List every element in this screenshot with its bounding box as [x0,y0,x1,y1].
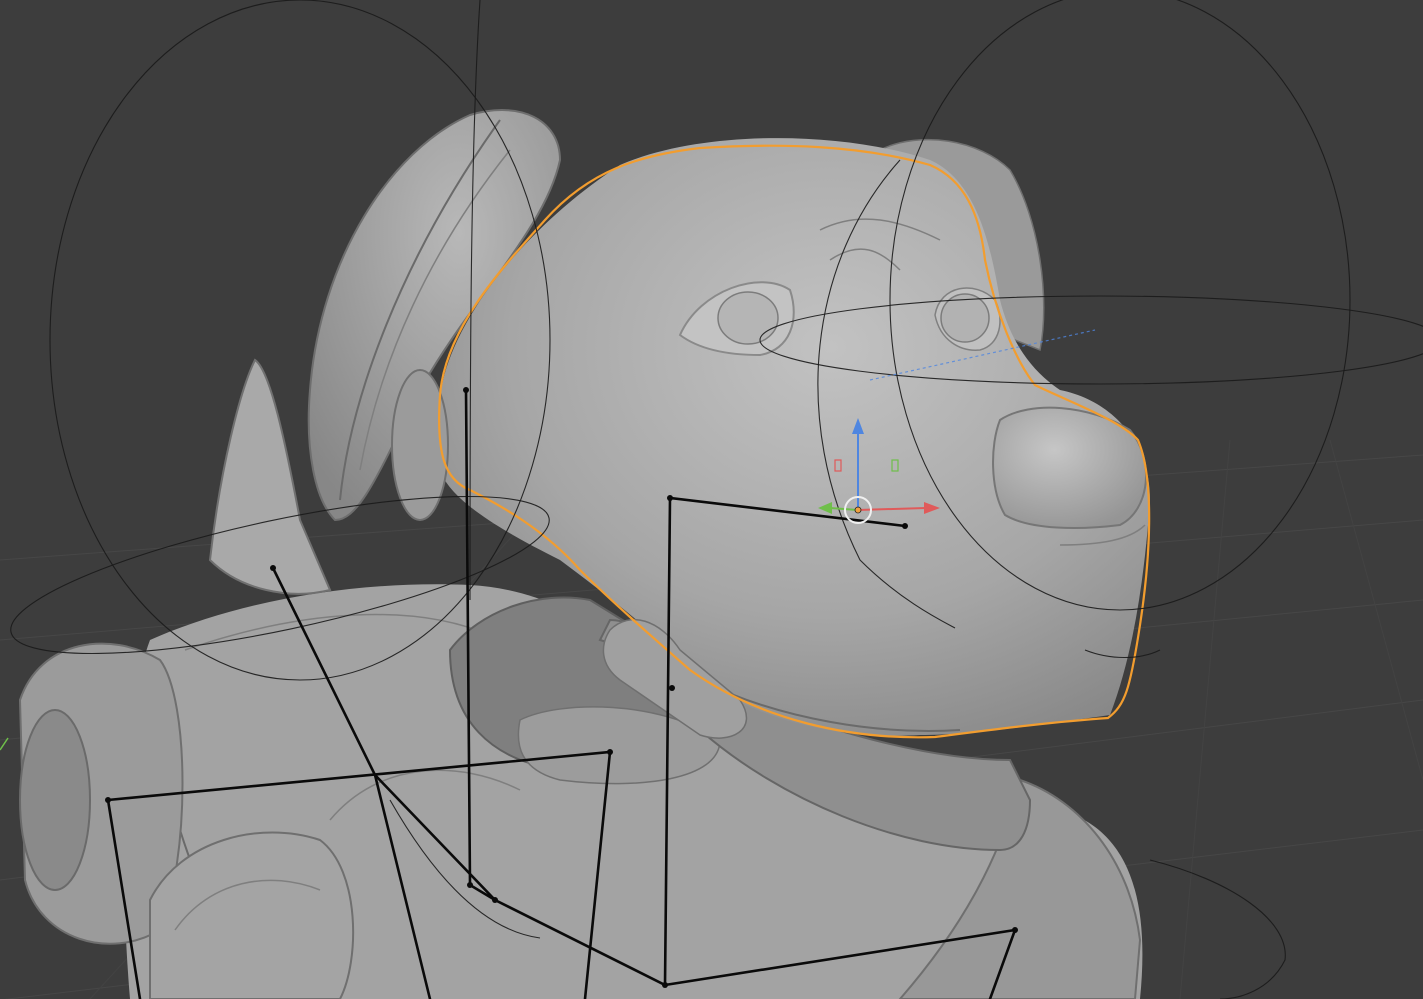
object-origin-dot [854,506,862,514]
viewport-scene[interactable] [0,0,1423,999]
3d-viewport[interactable] [0,0,1423,999]
